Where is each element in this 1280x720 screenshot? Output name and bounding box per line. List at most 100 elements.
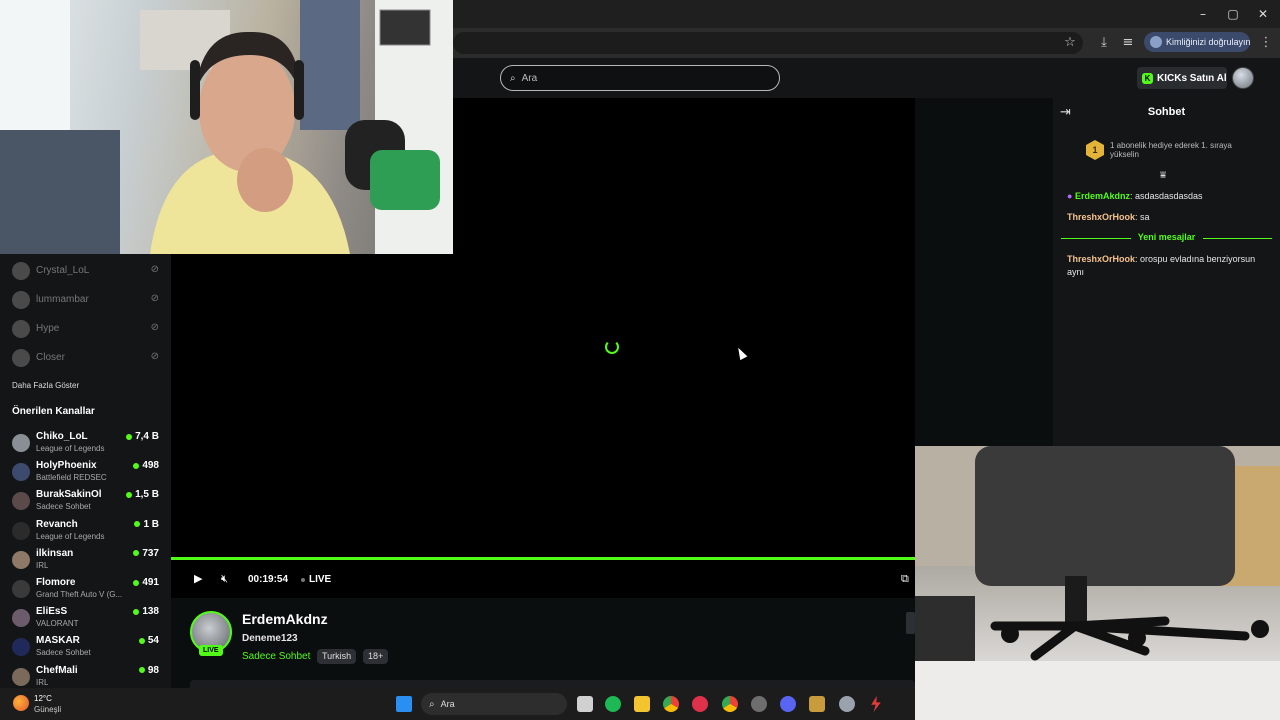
- viewer-count: 498: [133, 460, 159, 471]
- live-dot-icon: [138, 667, 145, 674]
- viewer-count: 1,5 B: [126, 489, 159, 500]
- tag-language[interactable]: Turkish: [317, 649, 357, 664]
- taskbar-search-icon: ⌕: [429, 698, 435, 710]
- recommended-title: Önerilen Kanallar: [12, 406, 95, 417]
- info-panel-edge: [190, 680, 915, 688]
- gift-rank-badge: 1: [1086, 140, 1104, 160]
- sidebar-recommended-channel[interactable]: Chiko_LoL League of Legends 7,4 B: [0, 428, 171, 457]
- sidebar-recommended-channel[interactable]: Flomore Grand Theft Auto V (G... 491: [0, 574, 171, 603]
- gift-leaderboard-text[interactable]: 1 abonelik hediye ederek 1. sıraya yükse…: [1110, 141, 1260, 159]
- discord-icon[interactable]: [780, 696, 796, 712]
- viewer-count: 98: [138, 665, 159, 676]
- star-icon[interactable]: ☆: [1061, 34, 1079, 52]
- sidebar-recommended-channel[interactable]: BurakSakinOl Sadece Sohbet 1,5 B: [0, 486, 171, 515]
- muted-icon[interactable]: 🔇︎: [221, 572, 228, 586]
- league-client-icon[interactable]: [809, 696, 825, 712]
- viewer-count: 491: [133, 577, 159, 588]
- chrome-active-icon[interactable]: [722, 696, 738, 712]
- chat-username[interactable]: ErdemAkdnz: [1075, 191, 1130, 201]
- live-dot-icon: [133, 550, 140, 557]
- stream-category[interactable]: Sadece Sohbet: [242, 651, 310, 662]
- app-badge-icon[interactable]: [751, 696, 767, 712]
- new-messages-divider: Yeni mesajlar: [1061, 232, 1272, 244]
- download-icon[interactable]: ⤓: [1095, 34, 1113, 52]
- media-icon[interactable]: ≡: [1119, 34, 1137, 52]
- spotify-icon[interactable]: [605, 696, 621, 712]
- sidebar-recommended-channel[interactable]: MASKAR Sadece Sohbet 54: [0, 632, 171, 661]
- sidebar-recommended-channel[interactable]: HolyPhoenix Battlefield REDSEC 498: [0, 457, 171, 486]
- viewer-count: 737: [133, 548, 159, 559]
- channel-live-badge: LIVE: [199, 645, 223, 656]
- viewer-count: 7,4 B: [126, 431, 159, 442]
- weather-icon[interactable]: [13, 695, 29, 711]
- task-view-icon[interactable]: [577, 696, 593, 712]
- windows-start-icon[interactable]: [396, 696, 412, 712]
- taskbar: 12°C Güneşli ⌕ Ara: [0, 688, 915, 720]
- sidebar-recommended-channel[interactable]: ilkinsan IRL 737: [0, 545, 171, 574]
- play-icon[interactable]: ▶: [194, 572, 202, 585]
- channel-avatar: [12, 580, 30, 598]
- notifications-off-icon: ⊘: [150, 351, 159, 362]
- search-icon: ⌕: [510, 72, 516, 84]
- kicks-icon: K: [1142, 72, 1153, 84]
- taskbar-search-input[interactable]: ⌕ Ara: [421, 693, 567, 715]
- profile-verify-button[interactable]: Kimliğinizi doğrulayın: [1144, 32, 1251, 52]
- channel-avatar: [12, 262, 30, 280]
- search-placeholder: Ara: [521, 72, 538, 84]
- channel-name: lummambar: [36, 294, 89, 305]
- channel-avatar: [12, 609, 30, 628]
- channel-category: League of Legends: [36, 444, 105, 453]
- channel-name: BurakSakinOl: [36, 489, 102, 501]
- scroll-handle[interactable]: [906, 612, 915, 634]
- channel-name[interactable]: ErdemAkdnz: [242, 611, 328, 627]
- live-dot-icon: [126, 433, 133, 440]
- channel-avatar: [12, 550, 30, 569]
- stream-title: Deneme123: [242, 633, 298, 644]
- chat-username[interactable]: ThreshxOrHook: [1067, 212, 1135, 222]
- channel-category: IRL: [36, 560, 49, 570]
- chat-text: asdasdasdasdas: [1134, 191, 1203, 201]
- live-dot-icon: [133, 579, 140, 586]
- menu-icon[interactable]: ⋮: [1257, 34, 1275, 52]
- file-explorer-icon[interactable]: [634, 696, 650, 712]
- user-avatar[interactable]: [1232, 67, 1254, 89]
- weather-condition[interactable]: Güneşli: [34, 705, 61, 714]
- sidebar-recommended-channel[interactable]: ChefMali IRL 98: [0, 662, 171, 691]
- live-dot-icon: [126, 491, 133, 498]
- channel-category: League of Legends: [36, 531, 105, 541]
- chat-username[interactable]: ThreshxOrHook: [1067, 254, 1135, 264]
- lightning-app-icon[interactable]: [871, 696, 881, 712]
- channel-name: MASKAR: [36, 635, 80, 647]
- minimize-icon[interactable]: –: [1194, 5, 1212, 23]
- channel-name: Flomore: [36, 577, 76, 588]
- live-dot-icon: [133, 608, 140, 615]
- sidebar-offline-channel[interactable]: Crystal_LoL ⊘: [0, 256, 171, 285]
- live-indicator: LIVE: [301, 574, 331, 585]
- sidebar-recommended-channel[interactable]: Revanch League of Legends 1 B: [0, 516, 171, 545]
- tag-age[interactable]: 18+: [363, 649, 389, 664]
- picture-in-picture-icon[interactable]: ⧉: [901, 572, 909, 586]
- live-dot-icon: [134, 521, 141, 528]
- profile-label: Kimliğinizi doğrulayın: [1166, 37, 1251, 47]
- webcam-overlay-top: [0, 0, 453, 254]
- webcam-scene-top: [0, 0, 453, 254]
- sidebar-offline-channel[interactable]: Closer ⊘: [0, 343, 171, 372]
- show-more-link[interactable]: Daha Fazla Göster: [12, 381, 79, 390]
- app-red-icon[interactable]: [692, 696, 708, 712]
- weather-temperature[interactable]: 12°C: [34, 694, 52, 703]
- search-input[interactable]: ⌕ Ara: [500, 65, 780, 91]
- channel-category: VALORANT: [36, 619, 79, 629]
- sidebar-offline-channel[interactable]: lummambar ⊘: [0, 285, 171, 314]
- address-field[interactable]: [453, 32, 1083, 54]
- channel-avatar: [12, 349, 30, 367]
- sidebar-recommended-channel[interactable]: EliEsS VALORANT 138: [0, 603, 171, 632]
- close-icon[interactable]: ✕: [1254, 5, 1272, 23]
- settings-icon[interactable]: [839, 696, 855, 712]
- pinned-icon[interactable]: ⩸: [1160, 170, 1166, 181]
- chrome-icon[interactable]: [663, 696, 679, 712]
- sidebar-offline-channel[interactable]: Hype ⊘: [0, 314, 171, 343]
- viewer-count: 1 B: [134, 519, 159, 530]
- buy-kicks-button[interactable]: K KICKs Satın Al: [1137, 67, 1227, 89]
- notifications-off-icon: ⊘: [150, 293, 159, 304]
- maximize-icon[interactable]: ▢: [1224, 5, 1242, 23]
